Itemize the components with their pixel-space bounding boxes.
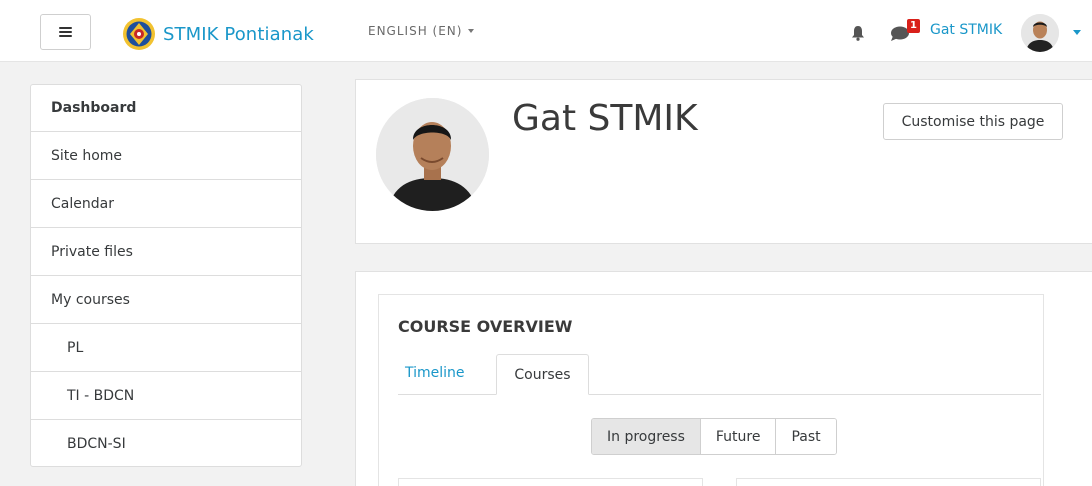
profile-person-icon: [376, 98, 489, 211]
bell-icon[interactable]: [851, 25, 865, 41]
filter-in-progress-button[interactable]: In progress: [592, 419, 700, 454]
sidebar-item-my-courses[interactable]: My courses: [31, 276, 301, 324]
course-overview-title: COURSE OVERVIEW: [398, 317, 573, 336]
customise-page-button[interactable]: Customise this page: [883, 103, 1063, 140]
menu-toggle-button[interactable]: [40, 14, 91, 50]
site-brand[interactable]: STMIK Pontianak: [122, 17, 314, 51]
top-navbar: STMIK Pontianak ENGLISH (EN) 1 Gat STMIK: [0, 0, 1092, 62]
tab-timeline[interactable]: Timeline: [405, 365, 465, 381]
site-name: STMIK Pontianak: [163, 23, 314, 45]
sidebar-item-label: Site home: [51, 147, 123, 164]
language-selector[interactable]: ENGLISH (EN): [368, 24, 475, 38]
chevron-down-icon: [468, 29, 475, 33]
course-card: [736, 478, 1041, 486]
user-menu-chevron-icon[interactable]: [1073, 30, 1081, 35]
sidebar-item-label: Calendar: [51, 195, 114, 212]
course-card: [398, 478, 703, 486]
sidebar-nav: Dashboard Site home Calendar Private fil…: [30, 84, 302, 467]
sidebar-item-label: TI - BDCN: [67, 387, 135, 404]
main-region: COURSE OVERVIEW Timeline Courses In prog…: [355, 271, 1092, 486]
page-title: Gat STMIK: [512, 98, 698, 139]
filter-future-button[interactable]: Future: [699, 419, 776, 454]
avatar-person-icon: [1021, 14, 1059, 52]
sidebar-item-dashboard[interactable]: Dashboard: [31, 85, 301, 132]
user-menu-name[interactable]: Gat STMIK: [930, 22, 1002, 38]
sidebar-item-label: My courses: [51, 291, 130, 308]
sidebar-item-label: BDCN-SI: [67, 436, 126, 452]
sidebar-item-calendar[interactable]: Calendar: [31, 180, 301, 228]
language-label: ENGLISH (EN): [368, 24, 463, 38]
sidebar-item-label: Private files: [51, 243, 133, 260]
filter-past-button[interactable]: Past: [775, 419, 836, 454]
hamburger-icon: [59, 27, 72, 37]
sidebar-item-label: Dashboard: [51, 100, 137, 116]
site-logo-icon: [123, 18, 155, 50]
profile-picture: [376, 98, 489, 211]
sidebar-item-label: PL: [67, 339, 84, 356]
course-filter-group: In progress Future Past: [591, 418, 837, 455]
sidebar-item-site-home[interactable]: Site home: [31, 132, 301, 180]
messages-count-badge: 1: [907, 19, 920, 33]
sidebar-item-course-ti-bdcn[interactable]: TI - BDCN: [31, 372, 301, 420]
sidebar-item-private-files[interactable]: Private files: [31, 228, 301, 276]
tab-label: Courses: [514, 366, 571, 383]
tab-courses[interactable]: Courses: [496, 354, 589, 395]
sidebar-item-course-pl[interactable]: PL: [31, 324, 301, 372]
user-avatar[interactable]: [1021, 14, 1059, 52]
tabs-divider: [398, 394, 1041, 395]
page-header: Gat STMIK Customise this page: [355, 79, 1092, 244]
course-overview-block: COURSE OVERVIEW Timeline Courses In prog…: [378, 294, 1044, 486]
sidebar-item-course-bdcn-si[interactable]: BDCN-SI: [31, 420, 301, 468]
